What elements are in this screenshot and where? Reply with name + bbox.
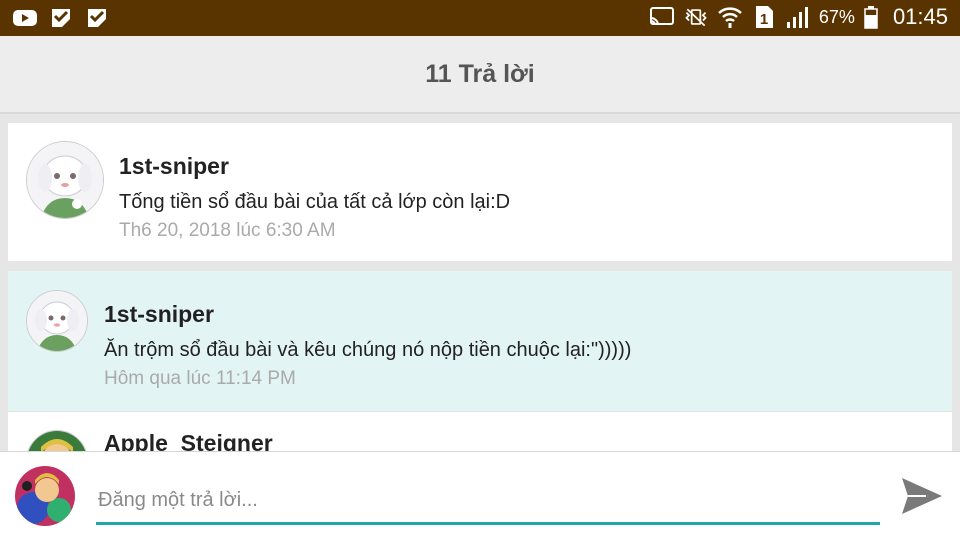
avatar[interactable] [26,430,88,451]
reply-item[interactable]: Apple_Steigner [8,411,952,451]
reply-item[interactable]: 1st-sniper Tống tiền sổ đầu bài của tất … [8,123,952,261]
header: 11 Trả lời [0,36,960,114]
reply-author[interactable]: 1st-sniper [104,301,214,328]
sim-icon: 1 [751,5,777,29]
status-left-icons [12,6,110,30]
reply-author[interactable]: 1st-sniper [119,153,229,180]
send-button[interactable] [900,476,944,516]
reply-timestamp: Th6 20, 2018 lúc 6:30 AM [119,220,336,241]
battery-percent: 67% [818,7,855,27]
reply-author[interactable]: Apple_Steigner [104,430,273,451]
avatar[interactable] [26,290,88,352]
page-title: 11 Trả lời [425,59,535,88]
reply-text: Ăn trộm sổ đầu bài và kêu chúng nó nộp t… [104,339,632,361]
wifi-icon [717,5,743,29]
cast-icon [649,5,675,29]
vibrate-mute-icon [683,5,709,29]
status-right-icons: 1 67% 01:45 [649,4,948,30]
reply-input[interactable] [96,478,880,525]
my-avatar [15,466,75,526]
avatar[interactable] [26,141,104,219]
reply-composer [0,451,960,541]
reply-item[interactable]: 1st-sniper Ăn trộm sổ đầu bài và kêu chú… [8,271,952,411]
reply-timestamp: Hôm qua lúc 11:14 PM [104,368,296,389]
checklist-icon [48,6,74,30]
clock: 01:45 [892,4,948,29]
signal-icon [785,5,811,29]
youtube-icon [12,6,38,30]
battery-icon [863,5,879,29]
checklist-icon [84,6,110,30]
status-bar: 1 67% 01:45 [0,0,960,36]
reply-text: Tống tiền sổ đầu bài của tất cả lớp còn … [119,191,511,213]
replies-list[interactable]: 1st-sniper Tống tiền sổ đầu bài của tất … [8,123,952,451]
sim-label: 1 [760,11,768,28]
send-icon [902,478,942,514]
